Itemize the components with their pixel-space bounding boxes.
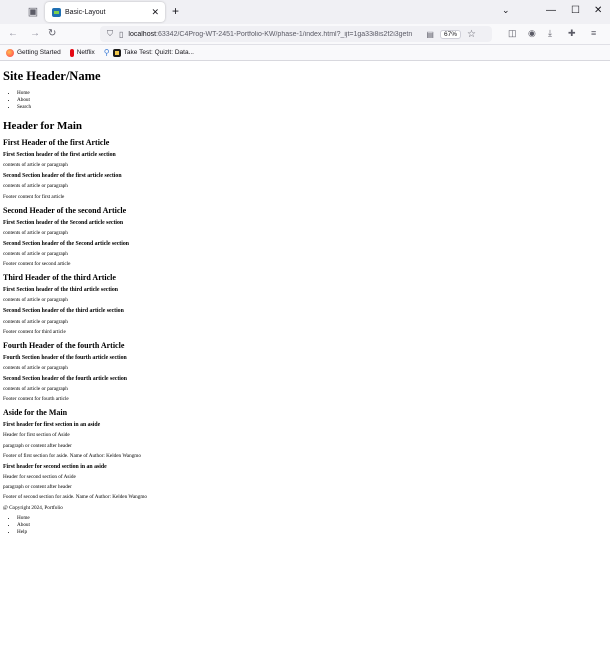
section-content: contents of article or paragraph bbox=[3, 183, 68, 190]
quiz-icon bbox=[112, 48, 121, 57]
menu-icon[interactable]: ≡ bbox=[591, 28, 596, 38]
main-header: Header for Main bbox=[3, 120, 83, 132]
section-header: Fourth Section header of the fourth arti… bbox=[3, 354, 127, 361]
url-bar[interactable]: ⛉ ▯ localhost:63342/C4Prog-WT-2451-Portf… bbox=[100, 26, 492, 42]
account-icon[interactable]: ◉ bbox=[528, 28, 536, 39]
browser-window: ▣ Basic-Layout ✕ + ⌄ — ☐ ✕ ← → ↻ ⛉ ▯ loc… bbox=[0, 0, 610, 665]
footer-nav-help[interactable]: Help bbox=[17, 529, 610, 536]
aside-sub-header: Header for first section of Aside bbox=[3, 432, 70, 439]
downloads-icon[interactable]: ⤓ bbox=[548, 28, 552, 39]
close-window-icon[interactable]: ✕ bbox=[594, 5, 602, 16]
tab-active[interactable]: Basic-Layout ✕ bbox=[45, 2, 165, 22]
reload-icon[interactable]: ↻ bbox=[48, 28, 56, 39]
tab-favicon-icon bbox=[52, 7, 61, 17]
section-header: Second Section header of the Second arti… bbox=[3, 240, 129, 247]
search-icon[interactable]: ⚲ bbox=[104, 48, 110, 57]
bookmark-getting-started[interactable]: Getting Started bbox=[6, 48, 61, 57]
nav-item-about[interactable]: About bbox=[17, 97, 610, 104]
bookmark-netflix[interactable]: Netflix bbox=[69, 48, 95, 57]
section-content: contents of article or paragraph bbox=[3, 318, 68, 325]
netflix-icon bbox=[69, 48, 74, 57]
aside-footer: Footer of first section for aside. Name … bbox=[3, 452, 141, 459]
extensions-icon[interactable]: ✚ bbox=[568, 28, 576, 39]
bookmark-quiz[interactable]: Take Test: Quizlt: Data... bbox=[112, 48, 194, 57]
aside-title: Aside for the Main bbox=[3, 408, 68, 418]
article-footer: Footer content for fourth article bbox=[3, 396, 69, 403]
aside-section-header: First header for second section in an as… bbox=[3, 463, 107, 470]
site-header: Site Header/Name bbox=[3, 69, 101, 83]
article-footer: Footer content for third article bbox=[3, 328, 66, 335]
tracking-protection-icon[interactable]: ⛉ bbox=[107, 29, 113, 39]
aside-paragraph: paragraph or content after header bbox=[3, 442, 72, 449]
article-footer: Footer content for first article bbox=[3, 193, 65, 200]
section-content: contents of article or paragraph bbox=[3, 229, 68, 236]
section-header: Second Section header of the fourth arti… bbox=[3, 375, 128, 382]
minimize-icon[interactable]: — bbox=[546, 5, 556, 16]
main-nav: Home About Search bbox=[3, 90, 610, 111]
firefox-view-icon[interactable]: ▣ bbox=[26, 5, 40, 19]
tab-title: Basic-Layout bbox=[65, 8, 106, 16]
bookmark-label: Take Test: Quizlt: Data... bbox=[123, 49, 194, 56]
section-header: Second Section header of the third artic… bbox=[3, 308, 124, 315]
new-tab-icon[interactable]: + bbox=[172, 4, 179, 18]
section-header: First Section header of the third articl… bbox=[3, 287, 119, 294]
nav-item-search[interactable]: Search bbox=[17, 104, 610, 111]
maximize-icon[interactable]: ☐ bbox=[571, 5, 580, 16]
reader-view-icon[interactable]: ▤ bbox=[426, 30, 434, 39]
nav-item-home[interactable]: Home bbox=[17, 90, 610, 97]
section-content: contents of article or paragraph bbox=[3, 386, 68, 393]
section-header: Second Section header of the first artic… bbox=[3, 173, 122, 180]
section-content: contents of article or paragraph bbox=[3, 364, 68, 371]
footer-nav-about[interactable]: About bbox=[17, 522, 610, 529]
page-content: Site Header/Name Home About Search Heade… bbox=[0, 61, 610, 536]
aside-sub-header: Header for second section of Aside bbox=[3, 474, 76, 480]
footer-nav-home[interactable]: Home bbox=[17, 515, 610, 522]
section-content: contents of article or paragraph bbox=[3, 162, 68, 169]
pocket-icon[interactable]: ◫ bbox=[508, 28, 517, 39]
section-header: First Section header of the Second artic… bbox=[3, 219, 124, 226]
article-title: Second Header of the second Article bbox=[3, 205, 127, 215]
section-header: First Section header of the first articl… bbox=[3, 152, 116, 158]
navigation-toolbar: ← → ↻ ⛉ ▯ localhost:63342/C4Prog-WT-2451… bbox=[0, 24, 610, 45]
close-tab-icon[interactable]: ✕ bbox=[151, 7, 159, 18]
list-tabs-icon[interactable]: ⌄ bbox=[502, 5, 510, 16]
back-icon[interactable]: ← bbox=[8, 28, 18, 39]
section-content: contents of article or paragraph bbox=[3, 250, 68, 257]
bookmark-star-icon[interactable]: ☆ bbox=[467, 29, 476, 40]
firefox-icon bbox=[6, 48, 14, 57]
aside-footer: Footer of second section for aside. Name… bbox=[3, 494, 147, 501]
zoom-indicator[interactable]: 67% bbox=[439, 29, 461, 39]
url-path: :63342/C4Prog-WT-2451-Portfolio-KW/phase… bbox=[156, 30, 413, 38]
url-host: localhost bbox=[128, 30, 157, 38]
page-info-icon[interactable]: ▯ bbox=[119, 30, 123, 39]
bookmarks-toolbar: Getting Started Netflix ⚲ Take Test: Qui… bbox=[0, 45, 610, 61]
copyright: @ Copyright 2024, Portfolio bbox=[3, 504, 63, 511]
article-title: First Header of the first Article bbox=[3, 138, 110, 147]
forward-icon[interactable]: → bbox=[30, 28, 40, 39]
tab-strip: ▣ Basic-Layout ✕ + ⌄ — ☐ ✕ bbox=[0, 0, 610, 24]
footer-nav: Home About Help bbox=[3, 515, 610, 536]
aside-section-header: First header for first section in an asi… bbox=[3, 422, 101, 429]
article-footer: Footer content for second article bbox=[3, 261, 71, 268]
bookmark-label: Getting Started bbox=[17, 49, 61, 56]
article-title: Fourth Header of the fourth Article bbox=[3, 340, 125, 350]
bookmark-label: Netflix bbox=[76, 49, 95, 56]
section-content: contents of article or paragraph bbox=[3, 297, 68, 304]
article-title: Third Header of the third Article bbox=[3, 273, 116, 283]
url-text[interactable]: localhost:63342/C4Prog-WT-2451-Portfolio… bbox=[128, 31, 424, 38]
aside-paragraph: paragraph or content after header bbox=[3, 484, 72, 491]
